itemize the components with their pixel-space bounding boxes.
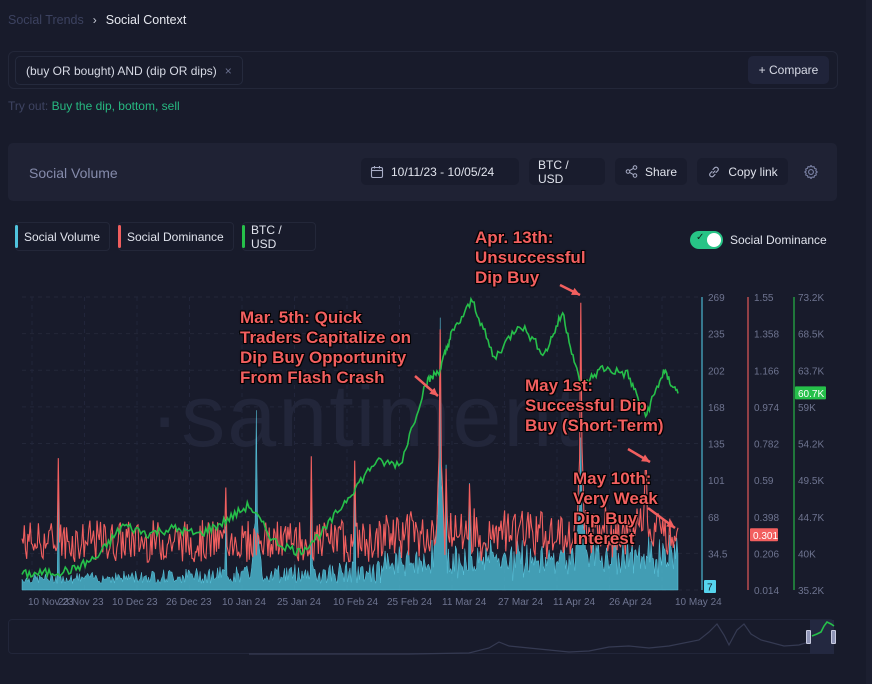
legend-btc-usd[interactable]: BTC / USD [242,222,316,251]
annotation-may-10: May 10th: Very Weak Dip Buy Interest [573,469,658,548]
legend-color-swatch [15,225,18,248]
chart[interactable]: 269 235 202 168 135 101 68 34.5 1.55 1.358 1.166 0.… [0,280,872,610]
y-axis-tick-label: 68.5K [798,330,824,341]
try-out: Try out: Buy the dip, bottom, sell [8,99,180,113]
legend-label: Social Volume [24,229,101,244]
y-axis-tick-label: 235 [708,330,725,341]
annotation-may-1: May 1st: Successful Dip Buy (Short-Term) [525,376,664,435]
widget-title: Social Volume [29,165,118,181]
x-axis-tick-label: 27 Mar 24 [498,597,543,608]
y-axis-tick-label: 68 [708,513,720,524]
breadcrumb: Social Trends › Social Context [8,13,186,27]
x-axis-tick-label: 10 Dec 23 [112,597,158,608]
y-axis-tick-label: 1.166 [754,366,779,377]
share-icon [625,165,638,178]
y-axis-tick-label: 34.5 [708,549,728,560]
legend-social-dominance[interactable]: Social Dominance [118,222,234,251]
try-out-label: Try out: [8,99,49,113]
legend-color-swatch [242,225,245,248]
y-axis-tick-label: 54.2K [798,440,824,451]
y-axis-tick-label: 35.2K [798,586,824,597]
share-button[interactable]: Share [615,158,687,185]
y-axis-tick-label: 40K [798,549,816,560]
y-axis-tick-label: 0.398 [754,513,779,524]
y-axis-tick-label: 49.5K [798,476,824,487]
y-axis-tick-label: 1.55 [754,293,774,304]
x-axis-tick-label: 11 Mar 24 [442,597,487,608]
y-axis-tick-label: 63.7K [798,366,824,377]
annotation-apr-13: Apr. 13th: Unsuccessful Dip Buy [475,228,586,287]
page-scrollbar[interactable] [866,0,872,684]
x-axis-tick-label: 10 Jan 24 [222,597,266,608]
x-axis-tick-label: 10 May 24 [675,597,722,608]
y-axis-tick-label: 135 [708,440,725,451]
legend-label: Social Dominance [127,229,224,244]
compare-button[interactable]: + Compare [748,56,829,84]
y-axis-tick-label: 269 [708,293,725,304]
date-range-button[interactable]: 10/11/23 - 10/05/24 [361,158,519,185]
social-dominance-toggle[interactable]: ✓ [690,231,723,249]
query-text: (buy OR bought) AND (dip OR dips) [26,63,217,78]
legend-color-swatch [118,225,121,248]
y-axis-tick-label: 0.782 [754,440,779,451]
x-axis-tick-label: 23 Nov 23 [58,597,104,608]
calendar-icon [370,165,384,178]
navigator-handle-left[interactable] [806,630,811,644]
y-axis-tick-label: 0.014 [754,586,779,597]
x-axis-tick-label: 11 Apr 24 [553,597,596,608]
y-axis-tick-label: 0.59 [754,476,774,487]
check-icon: ✓ [696,232,705,243]
x-axis-tick-label: 26 Apr 24 [609,597,652,608]
y-axis-tick-label: 0.206 [754,549,779,560]
toggle-label: Social Dominance [730,233,827,247]
try-out-suggestions[interactable]: Buy the dip, bottom, sell [52,99,180,113]
y-axis-tick-label: 101 [708,476,725,487]
close-icon[interactable]: × [225,64,232,78]
gear-icon[interactable] [803,164,819,180]
breadcrumb-social-context: Social Context [105,13,187,27]
chevron-right-icon: › [92,13,97,27]
y-axis-tick-label: 59K [798,403,816,414]
copy-link-button[interactable]: Copy link [697,158,788,185]
navigator-history-line [249,623,828,655]
date-range-text: 10/11/23 - 10/05/24 [391,164,495,179]
x-axis-tick-label: 25 Jan 24 [277,597,321,608]
x-axis-tick-label: 10 Feb 24 [333,597,378,608]
navigator-minimap [249,620,835,655]
toggle-knob [707,233,721,247]
social-dominance-current-badge-text: 0.301 [753,531,778,542]
annotation-mar-5: Mar. 5th: Quick Traders Capitalize on Di… [240,308,411,387]
link-icon [709,166,720,177]
timeline-navigator[interactable] [8,619,836,655]
btc-usd-current-badge-text: 60.7K [798,389,824,400]
legend-social-volume[interactable]: Social Volume [15,222,110,251]
y-axis-tick-label: 44.7K [798,513,824,524]
x-axis-tick-label: 25 Feb 24 [387,597,432,608]
pair-button[interactable]: BTC / USD [529,158,605,186]
breadcrumb-social-trends[interactable]: Social Trends [8,13,84,27]
y-axis-tick-label: 202 [708,366,725,377]
y-axis-tick-label: 0.974 [754,403,779,414]
query-chip[interactable]: (buy OR bought) AND (dip OR dips) × [15,56,243,85]
legend-label: BTC / USD [251,222,282,251]
share-label: Share [644,164,678,179]
x-axis-tick-label: 26 Dec 23 [166,597,212,608]
y-axis-tick-label: 168 [708,403,725,414]
y-axis-tick-label: 73.2K [798,293,824,304]
copy-link-label: Copy link [728,164,778,179]
y-axis-tick-label: 1.358 [754,330,779,341]
social-volume-current-badge-text: 7 [707,583,713,594]
navigator-handle-right[interactable] [831,630,836,644]
